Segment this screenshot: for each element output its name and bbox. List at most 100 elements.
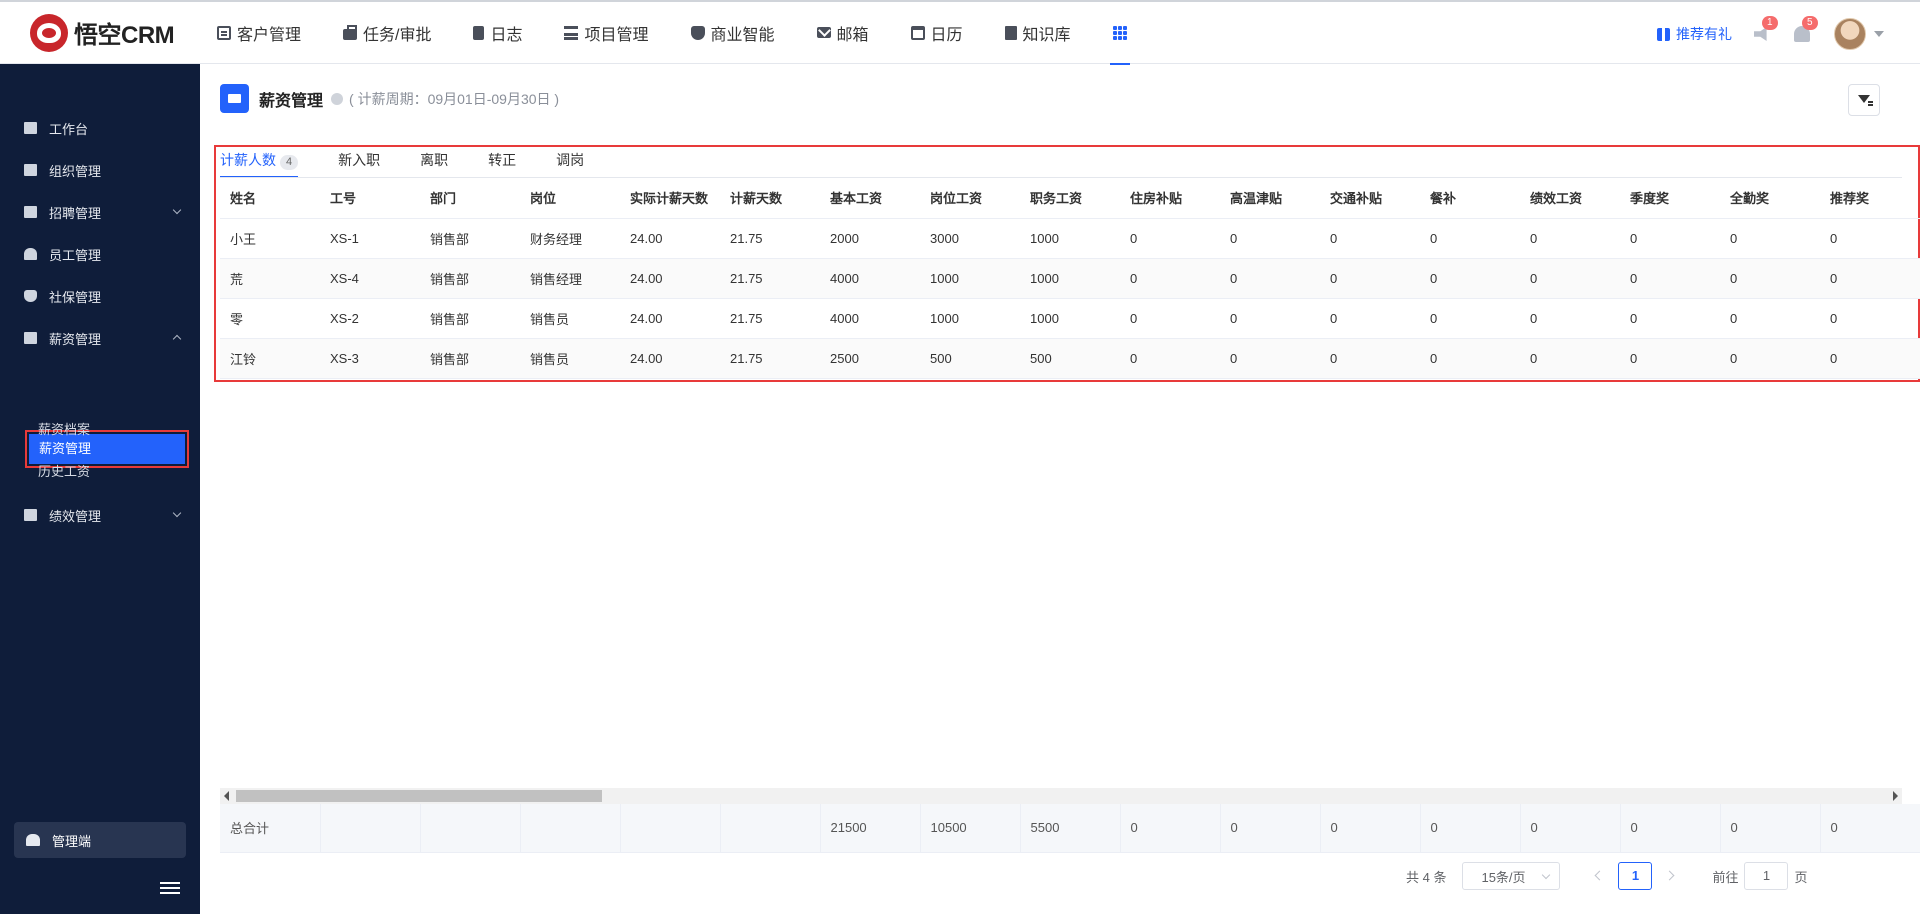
filter-button[interactable]: [1848, 84, 1880, 116]
table-cell: XS-4: [320, 258, 420, 299]
goto-label: 前往: [1712, 869, 1739, 885]
announcement-button[interactable]: 1: [1754, 16, 1778, 44]
table-cell: 0: [1320, 338, 1420, 379]
table-cell: 1000: [1020, 218, 1120, 259]
sidebar-item-label: 薪资管理: [49, 331, 102, 347]
top-right-tools: 推荐有礼 1 5: [1657, 2, 1920, 66]
wallet-icon: [24, 332, 37, 344]
nav-mail[interactable]: 邮箱: [816, 1, 869, 65]
table-cell: XS-2: [320, 298, 420, 339]
collapse-sidebar-icon[interactable]: [160, 882, 180, 896]
table-cell: 0: [1320, 298, 1420, 339]
tab-resigned[interactable]: 离职: [420, 148, 448, 178]
nav-bi[interactable]: 商业智能: [690, 1, 775, 65]
tab-regularization[interactable]: 转正: [488, 148, 516, 178]
monkey-logo-icon: [30, 13, 68, 52]
tab-new-hires[interactable]: 新入职: [338, 148, 380, 178]
table-cell: XS-1: [320, 218, 420, 259]
table-cell: 零: [220, 298, 320, 339]
sidebar-item-social-security[interactable]: 社保管理: [24, 286, 180, 306]
scroll-thumb[interactable]: [236, 790, 602, 802]
tab-transfer[interactable]: 调岗: [556, 148, 584, 178]
table-cell: 0: [1620, 338, 1720, 379]
sidebar-item-employees[interactable]: 员工管理: [24, 244, 180, 264]
page-title: 薪资管理: [259, 92, 324, 110]
table-cell: 4000: [820, 298, 920, 339]
nav-label: 知识库: [1022, 26, 1071, 44]
chevron-up-icon: [172, 334, 182, 344]
table-cell: XS-3: [320, 338, 420, 379]
chevron-down-icon[interactable]: [1874, 31, 1884, 37]
table-cell: 0: [1220, 298, 1320, 339]
column-header: 绩效工资: [1520, 178, 1620, 219]
table-cell: 销售经理: [520, 258, 620, 299]
table-cell: 销售部: [420, 298, 520, 339]
nav-label: 客户管理: [237, 26, 302, 44]
table-cell: 0: [1120, 258, 1220, 299]
sidebar-item-label: 招聘管理: [49, 205, 102, 221]
nav-knowledge[interactable]: 知识库: [1004, 1, 1071, 65]
total-cell: 0: [1320, 804, 1421, 853]
current-page-button[interactable]: 1: [1618, 862, 1653, 890]
list-icon: [564, 25, 579, 40]
page-unit-label: 页: [1794, 869, 1808, 885]
gift-icon: [1657, 27, 1670, 41]
nav-customer[interactable]: 客户管理: [217, 1, 301, 65]
user-avatar[interactable]: [1834, 18, 1866, 50]
chevron-down-icon: [172, 205, 182, 215]
page-size-select[interactable]: 15条/页: [1462, 862, 1561, 890]
table-cell: 0: [1520, 218, 1620, 259]
announcement-badge: 1: [1762, 16, 1778, 30]
book-icon: [1004, 25, 1017, 40]
table-cell: 21.75: [720, 298, 820, 339]
app-logo[interactable]: 悟空CRM: [30, 13, 190, 52]
sidebar-subitem-salary-archive[interactable]: 薪资档案: [38, 419, 90, 438]
nav-label: 邮箱: [836, 26, 869, 44]
table-cell: 1000: [920, 258, 1020, 299]
tab-payroll-count[interactable]: 计薪人数 4: [220, 148, 299, 178]
table-row[interactable]: 零 XS-2 销售部 销售员 24.00 21.75 4000 1000 1000 0 0 0 0 0 0 0…: [220, 298, 1920, 339]
nav-project[interactable]: 项目管理: [564, 1, 649, 65]
admin-button[interactable]: 管理端: [14, 822, 186, 858]
horizontal-scrollbar[interactable]: [220, 788, 1902, 804]
table-cell: 0: [1320, 258, 1420, 299]
prev-page-icon[interactable]: [1584, 862, 1612, 890]
sidebar-item-performance[interactable]: 绩效管理: [24, 505, 182, 525]
total-cell: [520, 804, 621, 853]
tab-bar: 计薪人数 4 新入职 离职 转正 调岗: [220, 148, 624, 178]
table-cell: 0: [1320, 218, 1420, 259]
nav-apps[interactable]: [1109, 1, 1130, 65]
total-cell: 0: [1720, 804, 1821, 853]
user-icon: [24, 248, 37, 260]
nav-label: 任务/审批: [363, 26, 432, 44]
sidebar-item-salary[interactable]: 薪资管理: [24, 328, 182, 348]
table-row[interactable]: 荒 XS-4 销售部 销售经理 24.00 21.75 4000 1000 1000 0 0 0 0 0 0…: [220, 258, 1920, 299]
goto-page-input[interactable]: 1: [1744, 862, 1789, 890]
scroll-right-icon[interactable]: [1893, 791, 1898, 801]
column-header: 岗位工资: [920, 178, 1020, 219]
next-page-icon[interactable]: [1658, 862, 1686, 890]
notification-button[interactable]: 5: [1794, 16, 1818, 44]
sidebar-item-organization[interactable]: 组织管理: [24, 160, 180, 180]
sidebar-item-recruitment[interactable]: 招聘管理: [24, 202, 182, 222]
table-cell: 小王: [220, 218, 320, 259]
nav-log[interactable]: 日志: [473, 1, 522, 65]
app-name: 悟空CRM: [74, 22, 175, 49]
table-cell: 24.00: [620, 218, 720, 259]
gift-label: 推荐有礼: [1676, 26, 1732, 42]
nav-tasks[interactable]: 任务/审批: [343, 1, 431, 65]
gift-link[interactable]: 推荐有礼: [1657, 24, 1732, 44]
table-cell: 0: [1620, 218, 1720, 259]
table-cell: 0: [1720, 258, 1820, 299]
nav-calendar[interactable]: 日历: [910, 1, 963, 65]
table-cell: 0: [1820, 258, 1920, 299]
sidebar-subitem-salary-history[interactable]: 历史工资: [38, 461, 90, 480]
table-row[interactable]: 江铃 XS-3 销售部 销售员 24.00 21.75 2500 500 500 0 0 0 0 0 0 0 0: [220, 338, 1920, 379]
table-row[interactable]: 小王 XS-1 销售部 财务经理 24.00 21.75 2000 3000 1000 0 0 0 0 0…: [220, 218, 1920, 259]
table-cell: 1000: [1020, 258, 1120, 299]
total-cell: 10500: [920, 804, 1021, 853]
column-header: 岗位: [520, 178, 620, 219]
sidebar-item-workbench[interactable]: 工作台: [24, 118, 180, 138]
table-cell: 2500: [820, 338, 920, 379]
scroll-left-icon[interactable]: [224, 791, 229, 801]
